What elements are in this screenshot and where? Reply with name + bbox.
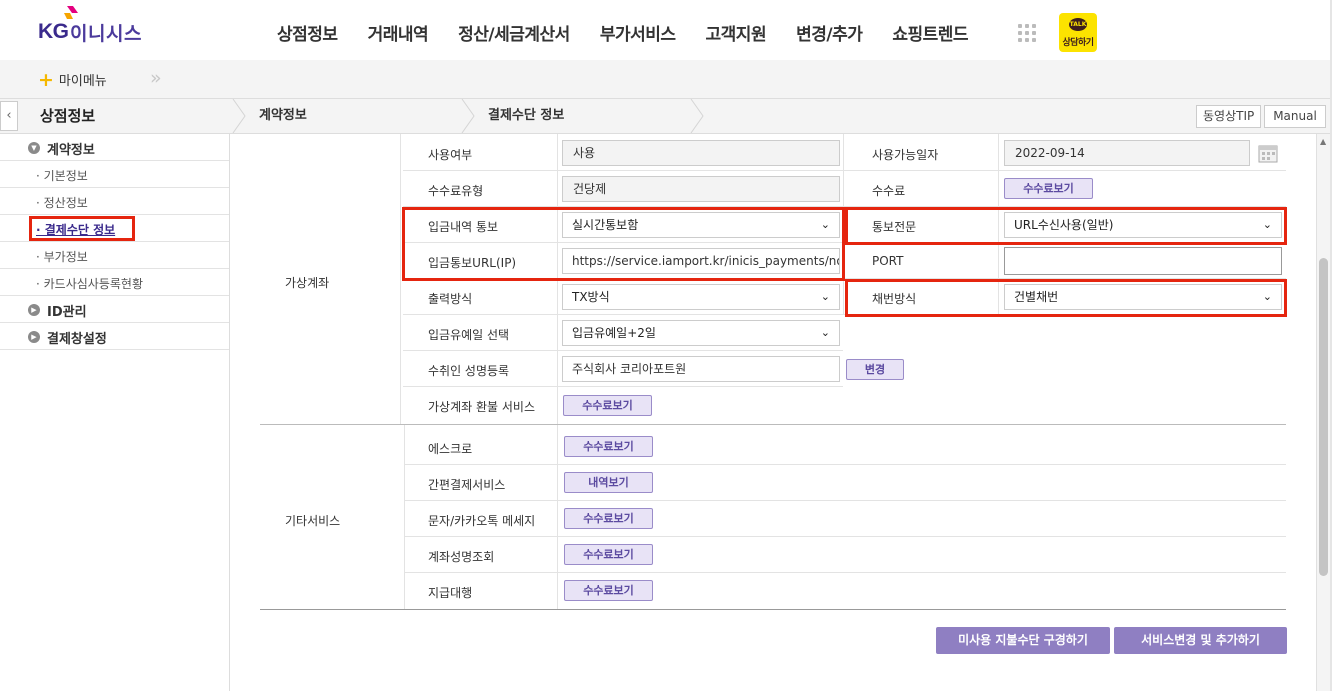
usage-field: 사용 xyxy=(562,140,840,166)
highlight-box xyxy=(845,279,1287,317)
fee-type-field: 건당제 xyxy=(562,176,840,202)
label-fee: 수수료 xyxy=(872,184,906,198)
highlight-box xyxy=(402,207,845,281)
logo-mark-icon xyxy=(64,6,78,19)
gnb-shopping-trend[interactable]: 쇼핑트렌드 xyxy=(877,20,983,45)
va-refund-fee-button[interactable]: 수수료보기 xyxy=(563,395,652,416)
label-escrow: 에스크로 xyxy=(428,442,473,456)
sidebar-item-label: · 카드사심사등록현황 xyxy=(36,277,143,291)
account-name-check-fee-button[interactable]: 수수료보기 xyxy=(564,544,653,565)
label-sms-kakao: 문자/카카오톡 메세지 xyxy=(428,514,536,528)
sidebar-group-label: 계약정보 xyxy=(47,143,95,158)
gnb-customer-support[interactable]: 고객지원 xyxy=(691,20,782,45)
breadcrumb-item-payment-method[interactable]: 결제수단 정보 xyxy=(488,99,564,133)
label-output-method: 출력방식 xyxy=(428,292,473,306)
sidebar-item-label: · 기본정보 xyxy=(36,169,88,183)
label-fee-type: 수수료유형 xyxy=(428,184,484,198)
chevron-left-icon[interactable]: ‹ xyxy=(0,101,18,131)
logo-name-text: 이니시스 xyxy=(70,23,142,45)
breadcrumb-separator-icon xyxy=(232,99,246,133)
output-method-value: TX방식 xyxy=(572,290,610,304)
sidebar-group-id-management[interactable]: ▶ ID관리 xyxy=(0,296,229,323)
label-usage: 사용여부 xyxy=(428,148,473,162)
sidebar-item-settlement-info[interactable]: · 정산정보 xyxy=(0,188,229,215)
label-account-name-check: 계좌성명조회 xyxy=(428,550,495,564)
plus-icon: + xyxy=(38,68,54,91)
grace-period-value: 입금유예일+2일 xyxy=(572,326,656,340)
global-nav: 상점정보 거래내역 정산/세금계산서 부가서비스 고객지원 변경/추가 쇼핑트렌… xyxy=(262,20,983,45)
fee-view-button[interactable]: 수수료보기 xyxy=(1004,178,1093,199)
double-chevron-right-icon[interactable]: » xyxy=(150,67,161,89)
all-menu-grid-icon[interactable] xyxy=(1018,24,1036,42)
sms-kakao-fee-button[interactable]: 수수료보기 xyxy=(564,508,653,529)
payout-agency-fee-button[interactable]: 수수료보기 xyxy=(564,580,653,601)
view-unused-methods-button[interactable]: 미사용 지불수단 구경하기 xyxy=(936,627,1110,654)
breadcrumb-separator-icon xyxy=(461,99,475,133)
calendar-icon[interactable] xyxy=(1257,142,1279,164)
collapsed-chevron-icon: ▶ xyxy=(28,331,40,343)
sidebar-group-contract[interactable]: ▼ 계약정보 xyxy=(0,134,229,161)
label-payee-name: 수취인 성명등록 xyxy=(428,364,510,378)
breadcrumb: ‹ 상점정보 계약정보 결제수단 정보 동영상TIP Manual xyxy=(0,98,1332,134)
sidebar: ▼ 계약정보 · 기본정보 · 정산정보 · 결제수단 정보 · 부가정보 · … xyxy=(0,134,230,691)
gnb-transactions[interactable]: 거래내역 xyxy=(353,20,444,45)
scrollbar-thumb[interactable] xyxy=(1319,258,1328,576)
highlight-box xyxy=(845,207,1287,245)
chevron-down-icon: ⌄ xyxy=(820,290,830,303)
sidebar-group-label: ID관리 xyxy=(47,305,87,320)
gnb-settlement-tax[interactable]: 정산/세금계산서 xyxy=(443,20,585,45)
collapsed-chevron-icon: ▶ xyxy=(28,304,40,316)
label-port: PORT xyxy=(872,254,904,268)
breadcrumb-item-contract[interactable]: 계약정보 xyxy=(259,99,307,133)
chevron-down-icon: ⌄ xyxy=(820,326,830,339)
sidebar-group-label: 결제창설정 xyxy=(47,332,107,347)
kakao-talk-consult-button[interactable]: TALK 상담하기 xyxy=(1059,13,1097,52)
label-grace-period: 입금유예일 선택 xyxy=(428,328,510,342)
gnb-extra-services[interactable]: 부가서비스 xyxy=(585,20,691,45)
talk-consult-label: 상담하기 xyxy=(1062,38,1094,48)
logo-kg-text: KG xyxy=(38,20,69,43)
change-add-service-button[interactable]: 서비스변경 및 추가하기 xyxy=(1114,627,1287,654)
manual-button[interactable]: Manual xyxy=(1264,105,1326,128)
available-date-field: 2022-09-14 xyxy=(1004,140,1250,166)
video-tip-button[interactable]: 동영상TIP xyxy=(1196,105,1262,128)
escrow-fee-button[interactable]: 수수료보기 xyxy=(564,436,653,457)
gnb-change-add[interactable]: 변경/추가 xyxy=(781,20,877,45)
payee-change-button[interactable]: 변경 xyxy=(846,359,904,380)
mymenu-button[interactable]: + 마이메뉴 xyxy=(38,70,107,89)
label-va-refund: 가상계좌 환불 서비스 xyxy=(428,400,535,414)
kg-inicis-logo[interactable]: KG 이니시스 xyxy=(38,6,158,46)
kakao-talk-icon: TALK xyxy=(1069,18,1087,31)
main-content: 가상계좌 사용여부 사용 사용가능일자 2022-09-14 수수료유형 건당제… xyxy=(230,134,1316,691)
sidebar-item-extra-info[interactable]: · 부가정보 xyxy=(0,242,229,269)
label-payout-agency: 지급대행 xyxy=(428,586,473,600)
top-header: KG 이니시스 상점정보 거래내역 정산/세금계산서 부가서비스 고객지원 변경… xyxy=(0,0,1332,60)
sidebar-item-label: · 부가정보 xyxy=(36,250,88,264)
port-input[interactable] xyxy=(1004,247,1282,275)
breadcrumb-item-store-info[interactable]: 상점정보 xyxy=(40,99,95,133)
scroll-up-arrow-icon[interactable]: ▲ xyxy=(1320,137,1326,146)
breadcrumb-separator-icon xyxy=(690,99,704,133)
sidebar-item-card-review[interactable]: · 카드사심사등록현황 xyxy=(0,269,229,296)
gnb-store-info[interactable]: 상점정보 xyxy=(262,20,353,45)
payee-name-input[interactable]: 주식회사 코리아포트원 xyxy=(562,356,840,382)
output-method-select[interactable]: TX방식 ⌄ xyxy=(562,284,840,310)
easy-pay-history-button[interactable]: 내역보기 xyxy=(564,472,653,493)
label-easy-pay: 간편결제서비스 xyxy=(428,478,506,492)
sidebar-item-label: · 정산정보 xyxy=(36,196,88,210)
mymenu-label: 마이메뉴 xyxy=(58,74,107,89)
vertical-scrollbar[interactable]: ▲ xyxy=(1316,134,1330,691)
group-label-other-services: 기타서비스 xyxy=(285,514,341,528)
label-available-date: 사용가능일자 xyxy=(872,148,939,162)
grace-period-select[interactable]: 입금유예일+2일 ⌄ xyxy=(562,320,840,346)
mymenu-bar: + 마이메뉴 » xyxy=(0,60,1332,98)
group-label-virtual-account: 가상계좌 xyxy=(285,276,330,290)
sidebar-item-basic-info[interactable]: · 기본정보 xyxy=(0,161,229,188)
highlight-box xyxy=(29,216,135,241)
expanded-chevron-icon: ▼ xyxy=(28,142,40,154)
sidebar-group-payment-window[interactable]: ▶ 결제창설정 xyxy=(0,323,229,350)
